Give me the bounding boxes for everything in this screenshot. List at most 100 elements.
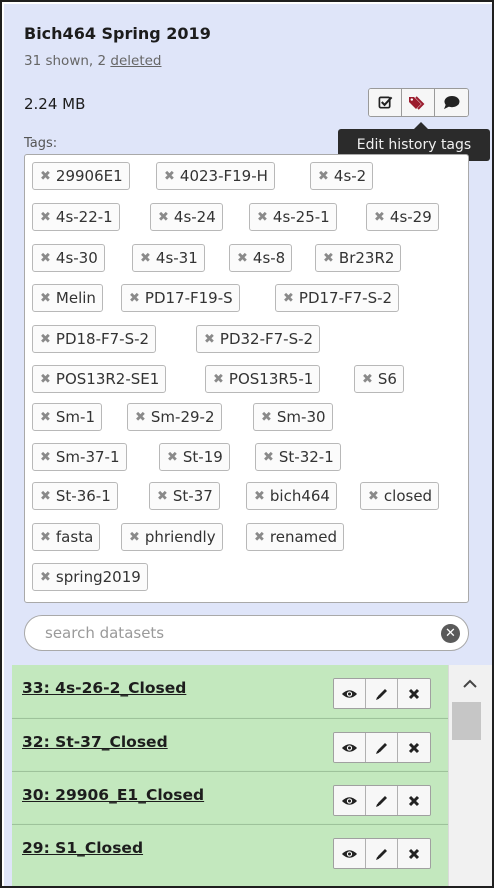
tag-chip[interactable]: ✖ POS13R5-1	[205, 365, 321, 393]
dataset-actions	[333, 785, 431, 816]
remove-tag-icon[interactable]: ✖	[167, 450, 178, 465]
search-input[interactable]	[45, 623, 435, 643]
tag-chip[interactable]: ✖ 4s-8	[229, 244, 293, 272]
remove-tag-icon[interactable]: ✖	[40, 251, 51, 266]
remove-tag-icon[interactable]: ✖	[213, 372, 224, 387]
dataset-item[interactable]: 29: S1_Closed	[12, 824, 448, 886]
remove-tag-icon[interactable]: ✖	[129, 291, 140, 306]
view-button[interactable]	[334, 839, 366, 868]
tag-chip[interactable]: ✖ PD17-F19-S	[121, 284, 240, 312]
tag-chip[interactable]: ✖ St-19	[159, 443, 230, 471]
view-button[interactable]	[334, 733, 366, 762]
tag-chip[interactable]: ✖ PD17-F7-S-2	[275, 284, 400, 312]
edit-button[interactable]	[366, 679, 398, 708]
remove-tag-icon[interactable]: ✖	[40, 489, 51, 504]
tag-chip[interactable]: ✖ 4s-31	[132, 244, 205, 272]
dataset-item[interactable]: 30: 29906_E1_Closed	[12, 771, 448, 823]
remove-tag-icon[interactable]: ✖	[40, 291, 51, 306]
dataset-title[interactable]: 32: St-37_Closed	[22, 733, 168, 751]
tag-label: 4s-22-1	[55, 208, 113, 226]
remove-tag-icon[interactable]: ✖	[40, 530, 51, 545]
view-button[interactable]	[334, 679, 366, 708]
remove-tag-icon[interactable]: ✖	[261, 410, 272, 425]
tag-chip[interactable]: ✖ Sm-37-1	[32, 443, 127, 471]
delete-button[interactable]	[398, 839, 430, 868]
tag-chip[interactable]: ✖ 4s-30	[32, 244, 105, 272]
remove-tag-icon[interactable]: ✖	[254, 530, 265, 545]
remove-tag-icon[interactable]: ✖	[40, 450, 51, 465]
tag-chip[interactable]: ✖ Br23R2	[315, 244, 402, 272]
remove-tag-icon[interactable]: ✖	[368, 489, 379, 504]
scroll-up-button[interactable]	[460, 673, 480, 693]
delete-button[interactable]	[398, 733, 430, 762]
history-name[interactable]: Bich464 Spring 2019	[24, 24, 211, 43]
tag-chip[interactable]: ✖ POS13R2-SE1	[32, 365, 167, 393]
remove-tag-icon[interactable]: ✖	[40, 169, 51, 184]
tag-chip[interactable]: ✖ Sm-29-2	[127, 403, 222, 431]
tag-chip[interactable]: ✖ fasta	[32, 523, 101, 551]
remove-tag-icon[interactable]: ✖	[237, 251, 248, 266]
remove-tag-icon[interactable]: ✖	[140, 251, 151, 266]
tag-chip[interactable]: ✖ S6	[354, 365, 404, 393]
view-button[interactable]	[334, 786, 366, 815]
tag-chip[interactable]: ✖ Sm-30	[253, 403, 333, 431]
remove-tag-icon[interactable]: ✖	[40, 410, 51, 425]
delete-button[interactable]	[398, 679, 430, 708]
dataset-title[interactable]: 33: 4s-26-2_Closed	[22, 679, 186, 697]
dataset-item[interactable]: 32: St-37_Closed	[12, 718, 448, 770]
tag-chip[interactable]: ✖ 4s-29	[366, 203, 439, 231]
tag-chip[interactable]: ✖ 4s-24	[150, 203, 223, 231]
tag-chip[interactable]: ✖ PD18-F7-S-2	[32, 325, 157, 353]
edit-annotation-button[interactable]	[435, 89, 468, 116]
remove-tag-icon[interactable]: ✖	[318, 169, 329, 184]
remove-tag-icon[interactable]: ✖	[40, 570, 51, 585]
tag-chip[interactable]: ✖ spring2019	[32, 563, 148, 591]
tag-chip[interactable]: ✖ Melin	[32, 284, 103, 312]
tag-chip[interactable]: ✖ 4023-F19-H	[156, 162, 275, 190]
dataset-title[interactable]: 29: S1_Closed	[22, 839, 143, 857]
tag-chip[interactable]: ✖ PD32-F7-S-2	[196, 325, 321, 353]
remove-tag-icon[interactable]: ✖	[129, 530, 140, 545]
tag-chip[interactable]: ✖ St-37	[149, 482, 220, 510]
tag-chip[interactable]: ✖ 29906E1	[32, 162, 130, 190]
tag-chip[interactable]: ✖ phriendly	[121, 523, 223, 551]
scrollbar-thumb[interactable]	[452, 702, 481, 740]
tags-label: Tags:	[24, 136, 58, 151]
tag-chip[interactable]: ✖ St-36-1	[32, 482, 118, 510]
edit-button[interactable]	[366, 786, 398, 815]
remove-tag-icon[interactable]: ✖	[204, 332, 215, 347]
tag-chip[interactable]: ✖ 4s-25-1	[249, 203, 337, 231]
remove-tag-icon[interactable]: ✖	[158, 210, 169, 225]
tag-chip[interactable]: ✖ Sm-1	[32, 403, 102, 431]
select-items-button[interactable]	[369, 89, 402, 116]
edit-button[interactable]	[366, 839, 398, 868]
edit-button[interactable]	[366, 733, 398, 762]
deleted-link[interactable]: deleted	[110, 53, 161, 69]
remove-tag-icon[interactable]: ✖	[283, 291, 294, 306]
remove-tag-icon[interactable]: ✖	[40, 332, 51, 347]
dataset-title[interactable]: 30: 29906_E1_Closed	[22, 786, 204, 804]
remove-tag-icon[interactable]: ✖	[164, 169, 175, 184]
remove-tag-icon[interactable]: ✖	[40, 372, 51, 387]
tag-chip[interactable]: ✖ closed	[360, 482, 440, 510]
remove-tag-icon[interactable]: ✖	[254, 489, 265, 504]
tag-chip[interactable]: ✖ 4s-22-1	[32, 203, 120, 231]
remove-tag-icon[interactable]: ✖	[362, 372, 373, 387]
dataset-item[interactable]: 33: 4s-26-2_Closed	[12, 665, 448, 717]
tag-chip[interactable]: ✖ 4s-2	[310, 162, 374, 190]
remove-tag-icon[interactable]: ✖	[157, 489, 168, 504]
remove-tag-icon[interactable]: ✖	[40, 210, 51, 225]
tags-editor[interactable]: ✖ 29906E1 ✖ 4023-F19-H ✖ 4s-2 ✖ 4s-22-1 ✖ 4s-…	[24, 154, 469, 603]
remove-tag-icon[interactable]: ✖	[374, 210, 385, 225]
tag-chip[interactable]: ✖ renamed	[246, 523, 345, 551]
dataset-list-scrollbar[interactable]	[448, 665, 492, 886]
clear-search-icon[interactable]: ✕	[441, 624, 460, 643]
remove-tag-icon[interactable]: ✖	[257, 210, 268, 225]
delete-button[interactable]	[398, 786, 430, 815]
remove-tag-icon[interactable]: ✖	[263, 450, 274, 465]
tag-chip[interactable]: ✖ bich464	[246, 482, 337, 510]
remove-tag-icon[interactable]: ✖	[323, 251, 334, 266]
edit-tags-button[interactable]	[402, 89, 435, 116]
remove-tag-icon[interactable]: ✖	[135, 410, 146, 425]
tag-chip[interactable]: ✖ St-32-1	[255, 443, 341, 471]
